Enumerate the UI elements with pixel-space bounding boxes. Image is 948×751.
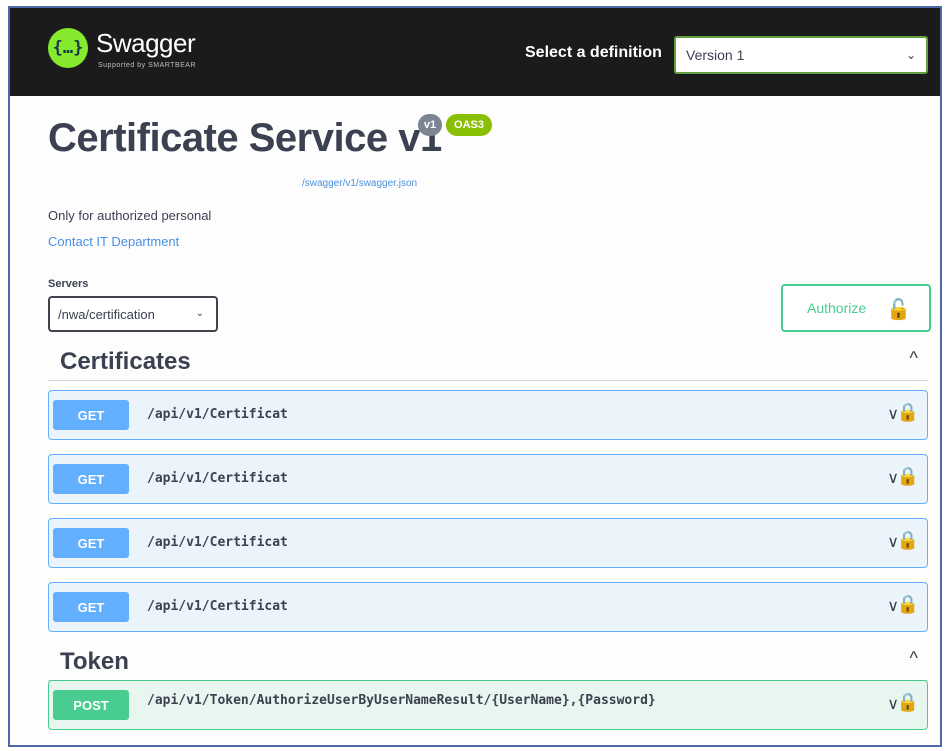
lock-icon[interactable]: 🔒	[897, 594, 919, 615]
version-badge: v1	[418, 114, 442, 136]
select-definition-label: Select a definition	[525, 44, 662, 61]
page-title: Certificate Service v1	[48, 116, 442, 160]
tag-token[interactable]: Token ^	[48, 644, 928, 681]
swagger-logo-icon[interactable]: {…}	[48, 28, 88, 68]
lock-icon[interactable]: 🔒	[897, 692, 919, 713]
authorize-button[interactable]: Authorize 🔓	[781, 284, 931, 332]
chevron-down-icon: ⌄	[905, 48, 916, 62]
servers-select[interactable]: /nwa/certification ⌄	[48, 296, 218, 332]
api-description: Only for authorized personal	[48, 208, 212, 223]
authorize-label: Authorize	[807, 300, 867, 316]
method-badge: GET	[53, 528, 129, 558]
spec-link[interactable]: /swagger/v1/swagger.json	[302, 178, 417, 189]
contact-link[interactable]: Contact IT Department	[48, 234, 179, 249]
lock-icon[interactable]: 🔒	[897, 530, 919, 551]
operation-row[interactable]: GET /api/v1/Certificat ∨ 🔒	[48, 518, 928, 568]
operation-row[interactable]: GET /api/v1/Certificat ∨ 🔒	[48, 454, 928, 504]
top-bar: {…} Swagger Supported by SMARTBEAR Selec…	[10, 8, 940, 96]
tag-certificates[interactable]: Certificates ^	[48, 344, 928, 381]
method-badge: GET	[53, 464, 129, 494]
lock-icon: 🔓	[886, 299, 911, 321]
operation-path: /api/v1/Token/AuthorizeUserByUserNameRes…	[147, 693, 656, 708]
brand-subtitle: Supported by SMARTBEAR	[98, 62, 197, 69]
operation-path: /api/v1/Certificat	[147, 471, 288, 486]
oas-badge: OAS3	[446, 114, 492, 136]
page-frame: {…} Swagger Supported by SMARTBEAR Selec…	[8, 6, 942, 747]
tag-name: Token	[60, 648, 129, 675]
operation-path: /api/v1/Certificat	[147, 407, 288, 422]
operation-path: /api/v1/Certificat	[147, 599, 288, 614]
chevron-up-icon[interactable]: ^	[910, 648, 918, 669]
servers-label: Servers	[48, 278, 89, 290]
chevron-down-icon: ⌄	[195, 308, 204, 319]
definition-select-value: Version 1	[686, 47, 745, 63]
lock-icon[interactable]: 🔒	[897, 402, 919, 423]
operation-path: /api/v1/Certificat	[147, 535, 288, 550]
operation-row[interactable]: POST /api/v1/Token/AuthorizeUserByUserNa…	[48, 680, 928, 730]
method-badge: GET	[53, 592, 129, 622]
operation-row[interactable]: GET /api/v1/Certificat ∨ 🔒	[48, 582, 928, 632]
chevron-up-icon[interactable]: ^	[910, 348, 918, 369]
method-badge: POST	[53, 690, 129, 720]
method-badge: GET	[53, 400, 129, 430]
tag-name: Certificates	[60, 348, 191, 375]
operation-row[interactable]: GET /api/v1/Certificat ∨ 🔒	[48, 390, 928, 440]
definition-select[interactable]: Version 1 ⌄	[674, 36, 928, 74]
servers-select-value: /nwa/certification	[58, 307, 155, 322]
lock-icon[interactable]: 🔒	[897, 466, 919, 487]
brand-name[interactable]: Swagger	[96, 28, 196, 59]
